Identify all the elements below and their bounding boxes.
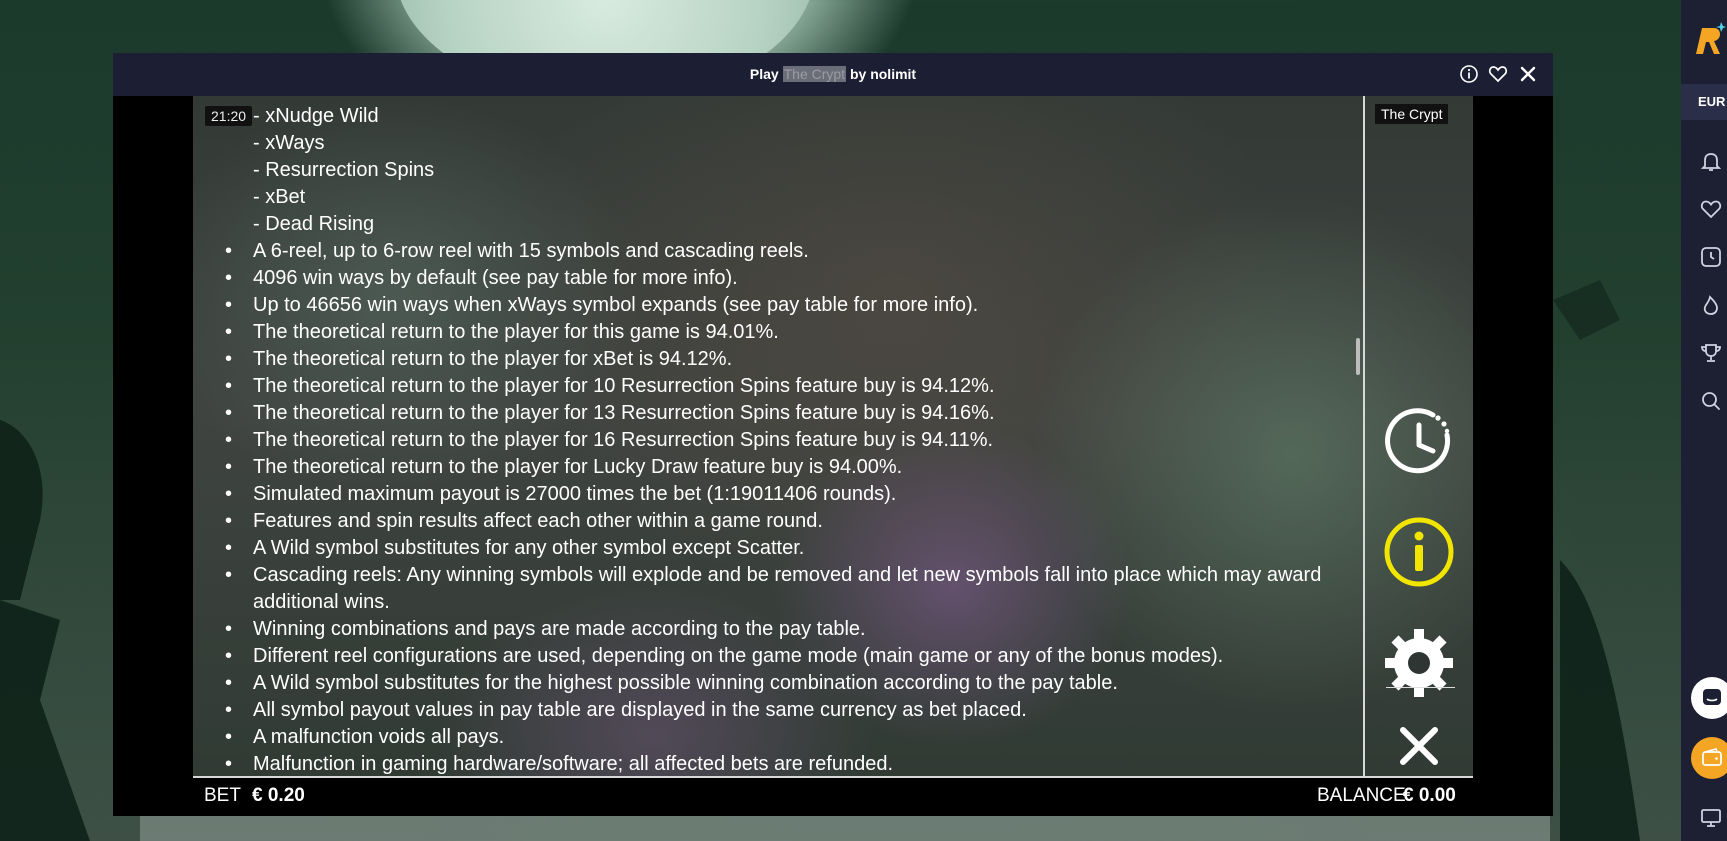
rules-bullet-item: 4096 win ways by default (see pay table … <box>225 265 1321 292</box>
side-divider <box>1363 96 1365 776</box>
rules-feature-item: - Dead Rising <box>253 213 375 235</box>
info-icon[interactable] <box>1383 516 1455 588</box>
rules-bullet-item: Up to 46656 win ways when xWays symbol e… <box>225 292 1321 319</box>
bell-icon[interactable] <box>1699 149 1723 173</box>
title-game-name: The Crypt <box>782 66 847 82</box>
rules-feature-item: - xWays <box>253 132 325 154</box>
rules-bullet-item: The theoretical return to the player for… <box>225 373 1321 400</box>
rules-bullet-item: Different reel configurations are used, … <box>225 643 1321 670</box>
game-name-badge: The Crypt <box>1375 104 1449 124</box>
rules-bullet-item: Simulated maximum payout is 27000 times … <box>225 481 1321 508</box>
history-icon[interactable] <box>1383 405 1455 477</box>
wallet-button[interactable] <box>1691 737 1727 779</box>
side-separator <box>1386 687 1455 688</box>
rules-bullet-item: Features and spin results affect each ot… <box>225 508 1321 535</box>
rules-bullet-item: A 6-reel, up to 6-row reel with 15 symbo… <box>225 238 1321 265</box>
rules-bullet-item: All symbol payout values in pay table ar… <box>225 697 1321 724</box>
balance-label: BALANCE <box>1317 785 1406 806</box>
bet-value: € 0.20 <box>252 785 305 806</box>
title-suffix: by nolimit <box>846 66 917 82</box>
currency-selector[interactable]: EUR <box>1681 84 1727 120</box>
title-prefix: Play <box>749 66 783 82</box>
wallet-icon <box>1702 748 1722 766</box>
rules-line-partial <box>253 96 1321 103</box>
rules-bullet-item: A Wild symbol substitutes for the highes… <box>225 670 1321 697</box>
chat-button[interactable] <box>1691 677 1727 719</box>
rules-bullet-item: The theoretical return to the player for… <box>225 454 1321 481</box>
info-icon[interactable] <box>1459 64 1479 84</box>
rules-bullet-item: Winning combinations and pays are made a… <box>225 616 1321 643</box>
rules-bullet-item: A Wild symbol substitutes for any other … <box>225 535 1321 562</box>
site-sidebar: EUR <box>1681 0 1727 841</box>
rules-feature-item: - xNudge Wild <box>253 105 379 127</box>
trophy-icon[interactable] <box>1699 341 1723 365</box>
rules-bullet-item: The theoretical return to the player for… <box>225 427 1321 454</box>
clock-icon[interactable] <box>1699 245 1723 269</box>
close-modal-icon[interactable] <box>1518 64 1538 84</box>
rules-bullet-item: The theoretical return to the player for… <box>225 346 1321 373</box>
game-frame: - xNudge Wild - xWays - Resurrection Spins… <box>193 96 1473 816</box>
rules-text: - xNudge Wild - xWays - Resurrection Spins… <box>225 96 1321 776</box>
rules-panel[interactable]: - xNudge Wild - xWays - Resurrection Spins… <box>193 96 1363 776</box>
settings-icon[interactable] <box>1383 627 1455 699</box>
game-modal: Play The Crypt by nolimit - xNudge Wild-… <box>113 53 1553 816</box>
bottom-divider <box>193 776 1473 778</box>
fire-icon[interactable] <box>1699 293 1723 317</box>
game-bottom-bar: BET € 0.20 BALANCE € 0.00 <box>193 776 1473 816</box>
monitor-icon[interactable] <box>1699 806 1723 830</box>
search-icon[interactable] <box>1699 389 1723 413</box>
modal-title: Play The Crypt by nolimit <box>113 53 1553 96</box>
rules-feature-item: - xBet <box>253 186 306 208</box>
chat-icon <box>1703 689 1721 705</box>
rules-bullet-item: Cascading reels: Any winning symbols wil… <box>225 562 1321 589</box>
rules-bullet-item: The theoretical return to the player for… <box>225 319 1321 346</box>
rules-scrollbar[interactable] <box>1356 338 1360 375</box>
modal-titlebar: Play The Crypt by nolimit <box>113 53 1553 96</box>
site-logo-icon[interactable] <box>1692 20 1726 60</box>
close-icon[interactable] <box>1383 710 1455 782</box>
balance-value: € 0.00 <box>1403 785 1456 806</box>
rules-bullet-item: The theoretical return to the player for… <box>225 400 1321 427</box>
rules-bullet-item: A malfunction voids all pays. <box>225 724 1321 751</box>
bet-label: BET <box>204 785 241 806</box>
clock: 21:20 <box>205 106 253 126</box>
favorite-heart-icon[interactable] <box>1488 64 1508 84</box>
rules-line-continuation: additional wins. <box>253 591 390 613</box>
rules-bullet-item: Malfunction in gaming hardware/software;… <box>225 751 1321 776</box>
heart-icon[interactable] <box>1699 197 1723 221</box>
rules-feature-item: - Resurrection Spins <box>253 159 435 181</box>
